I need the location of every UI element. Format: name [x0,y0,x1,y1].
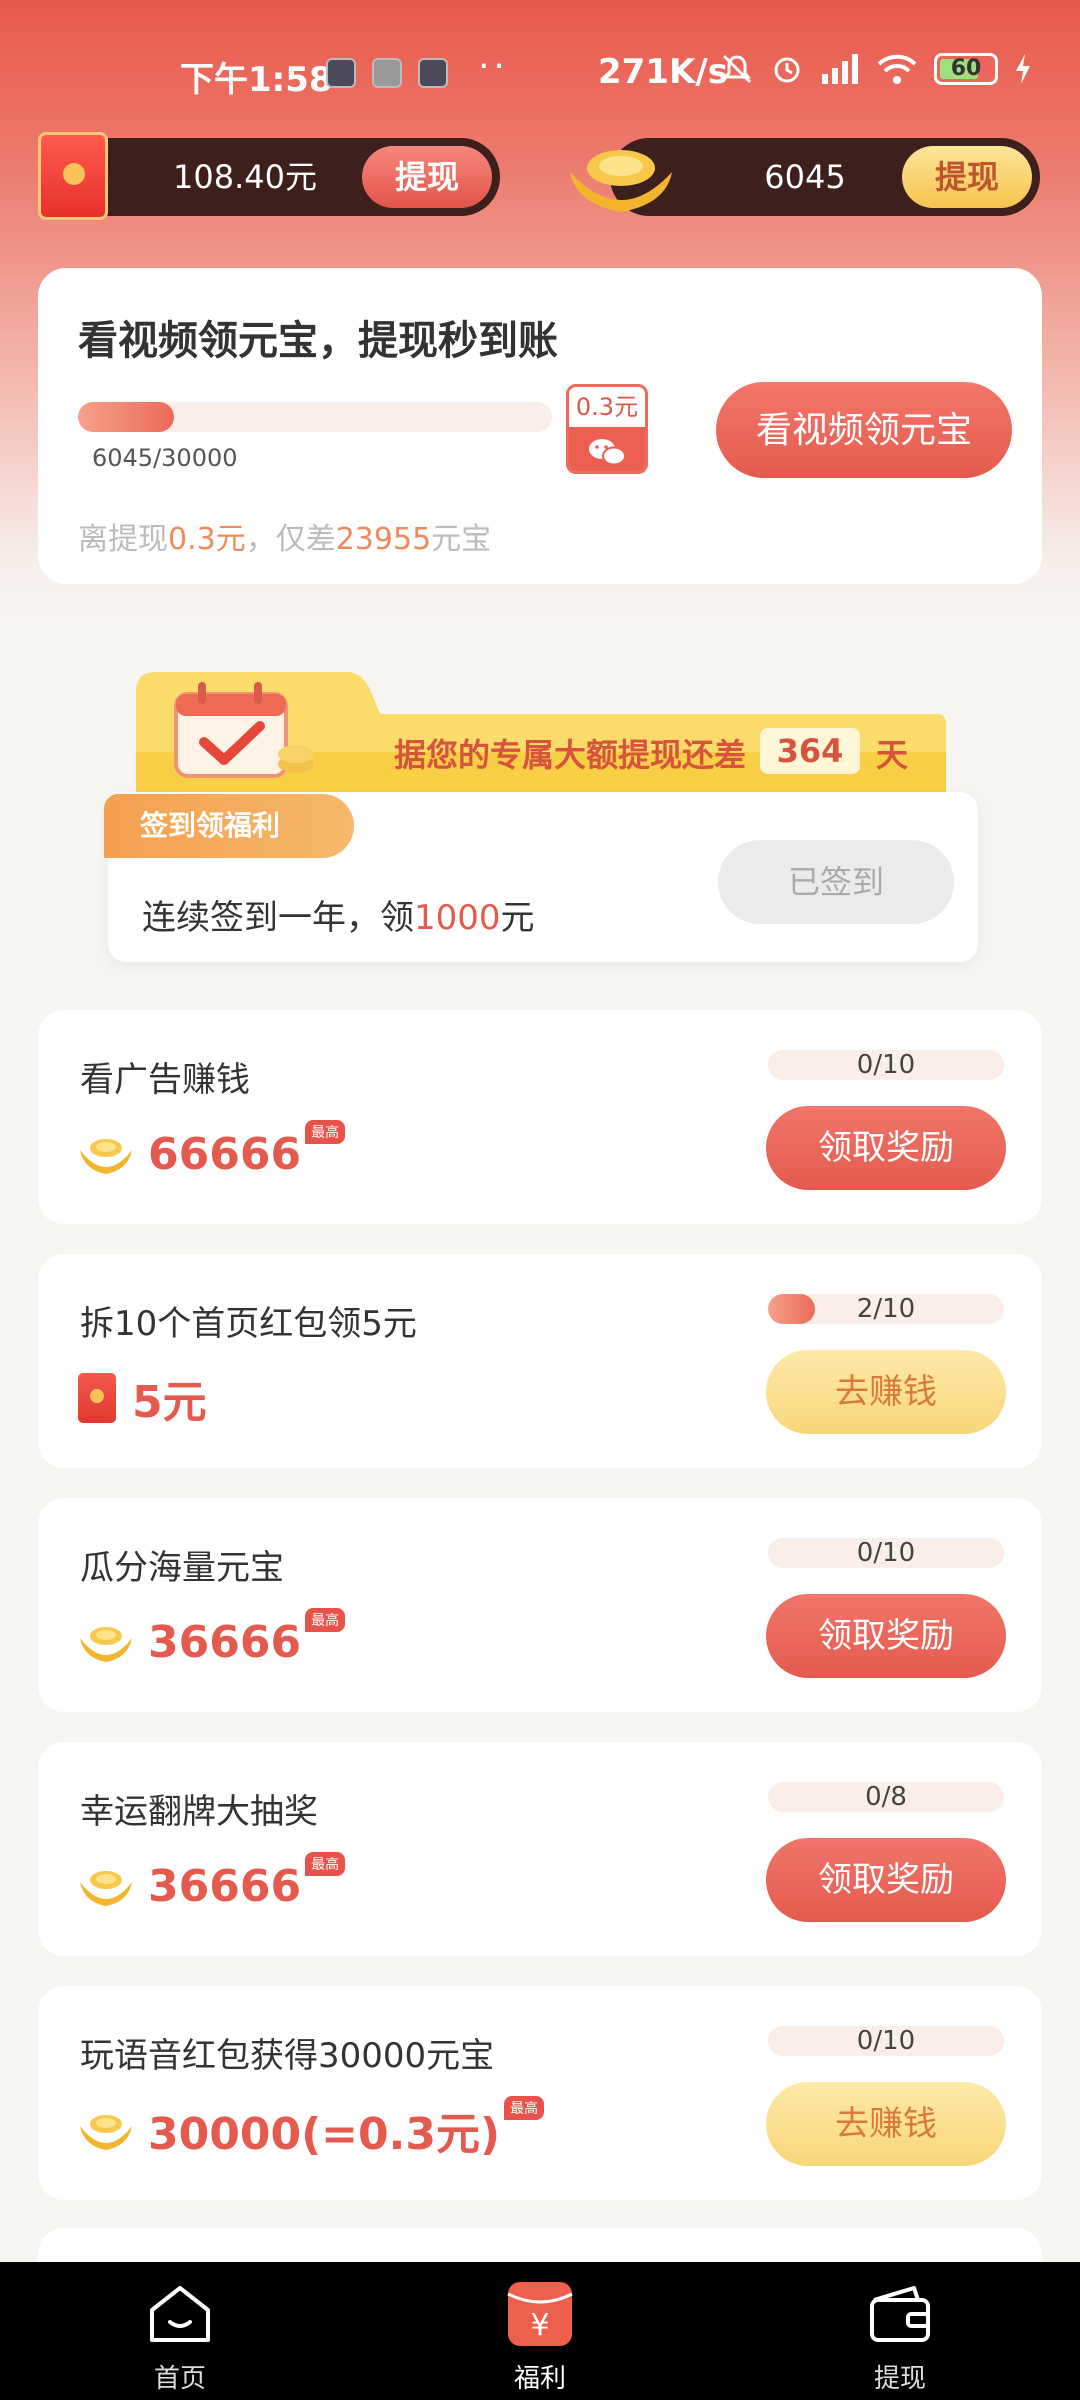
mute-icon [722,54,752,84]
checkin-banner-text: 据您的专属大额提现还差 [394,736,747,774]
checkin-description: 连续签到一年，领1000元 [142,898,535,938]
red-packet-icon [78,1373,116,1423]
task-title: 看广告赚钱 [80,1060,250,1100]
task-reward-value: 36666 [148,1860,302,1912]
nav-home-label: 首页 [153,2364,206,2394]
task-progress-bar: 2/10 [768,1294,1004,1324]
cash-withdraw-button[interactable]: 提现 [362,146,492,208]
gold-ingot-icon [80,1627,132,1662]
bottom-nav: 首页 ¥ 福利 提现 [0,2262,1080,2400]
task-reward-value: 66666 [148,1128,302,1180]
more-notifications-icon: ·· [478,46,509,87]
task-title: 幸运翻牌大抽奖 [80,1792,318,1832]
nav-welfare-label: 福利 [513,2364,566,2394]
go-earn-button[interactable]: 去赚钱 [766,2082,1006,2166]
checkin-tag: 签到领福利 [104,794,354,858]
notification-app-icon [326,58,356,88]
task-title: 玩语音红包获得30000元宝 [80,2036,495,2076]
nav-withdraw-label: 提现 [873,2364,926,2394]
gold-ingot-icon [570,150,672,212]
task-card: 拆10个首页红包领5元 5元 2/10 去赚钱 [38,1254,1042,1468]
welfare-icon: ¥ [507,2282,573,2346]
task-progress-text: 2/10 [856,1294,916,1324]
max-badge: 最高 [305,1852,346,1876]
task-progress-bar: 0/10 [768,2026,1004,2056]
ingot-progress-bar [78,402,552,432]
task-progress-text: 0/10 [856,2026,916,2056]
gold-ingot-icon [80,2115,132,2150]
task-reward: 30000(=0.3元) 最高 [78,2096,545,2160]
task-reward-value: 5元 [132,1377,207,1428]
status-bar: 下午1:58 ·· 271K/s 60 [0,40,1080,110]
charging-icon [1016,54,1030,84]
nav-withdraw[interactable]: 提现 [800,2262,1000,2400]
task-reward-value: 30000(=0.3元) [148,2109,501,2160]
notification-app-icon [372,58,402,88]
task-reward: 36666 最高 [78,1608,346,1672]
video-reward-card: 看视频领元宝，提现秒到账 6045/30000 0.3元 离提现0.3元，仅差2… [38,268,1042,584]
go-earn-button[interactable]: 去赚钱 [766,1350,1006,1434]
watch-video-button[interactable]: 看视频领元宝 [716,382,1012,478]
task-progress-bar: 0/8 [768,1782,1004,1812]
wechat-icon [569,427,645,471]
task-card: 玩语音红包获得30000元宝 30000(=0.3元) 最高 0/10 去赚钱 [38,1986,1042,2200]
alarm-icon [774,57,800,83]
withdraw-badge-amount: 0.3元 [575,393,639,421]
max-badge: 最高 [305,1608,346,1632]
max-badge: 最高 [305,1120,346,1144]
task-reward-value: 36666 [148,1616,302,1668]
home-icon [150,2286,210,2342]
task-reward: 5元 [78,1368,207,1428]
claim-reward-button[interactable]: 领取奖励 [766,1838,1006,1922]
status-icons: 60 [720,52,1032,86]
signed-in-button[interactable]: 已签到 [718,840,954,924]
checkin-days-remaining: 364 [760,728,860,774]
yuan-glyph: ¥ [530,2308,549,2343]
task-card: 看广告赚钱 66666 最高 0/10 领取奖励 [38,1010,1042,1224]
task-title: 拆10个首页红包领5元 [80,1304,417,1344]
checkin-days-unit: 天 [876,736,909,774]
task-progress-bar: 0/10 [768,1538,1004,1568]
ingot-progress-fill [78,402,174,432]
task-progress-bar: 0/10 [768,1050,1004,1080]
task-card: 幸运翻牌大抽奖 36666 最高 0/8 领取奖励 [38,1742,1042,1956]
notification-app-icon [418,58,448,88]
wallet-icon [870,2286,930,2342]
gold-ingot-icon [80,1871,132,1906]
task-reward: 36666 最高 [78,1852,346,1916]
video-card-title: 看视频领元宝，提现秒到账 [78,318,558,364]
claim-reward-button[interactable]: 领取奖励 [766,1594,1006,1678]
task-progress-text: 0/10 [856,1538,916,1568]
cash-balance-value: 108.40元 [173,158,317,196]
task-title: 瓜分海量元宝 [80,1548,284,1588]
task-progress-text: 0/8 [865,1782,907,1812]
status-time: 下午1:58 [180,60,333,100]
ingot-balance-value: 6045 [764,158,846,196]
red-packet-icon [38,132,108,220]
task-card: 瓜分海量元宝 36666 最高 0/10 领取奖励 [38,1498,1042,1712]
network-speed: 271K/s [598,52,728,92]
status-app-icons [326,58,448,88]
wifi-icon [877,54,917,84]
gold-ingot-icon [80,1139,132,1174]
withdraw-gap-note: 离提现0.3元，仅差23955元宝 [78,522,492,557]
signal-icon [822,54,858,84]
max-badge: 最高 [504,2096,545,2120]
task-progress-text: 0/10 [856,1050,916,1080]
claim-reward-button[interactable]: 领取奖励 [766,1106,1006,1190]
wechat-withdraw-badge: 0.3元 [566,384,648,474]
battery-icon: 60 [934,53,998,85]
nav-welfare[interactable]: ¥ 福利 [440,2262,640,2400]
cash-balance-pill: 108.40元 提现 [60,138,500,216]
ingot-withdraw-button[interactable]: 提现 [902,146,1032,208]
ingot-progress-text: 6045/30000 [92,444,238,472]
nav-home[interactable]: 首页 [80,2262,280,2400]
calendar-check-icon [174,682,314,778]
task-reward: 66666 最高 [78,1120,346,1184]
